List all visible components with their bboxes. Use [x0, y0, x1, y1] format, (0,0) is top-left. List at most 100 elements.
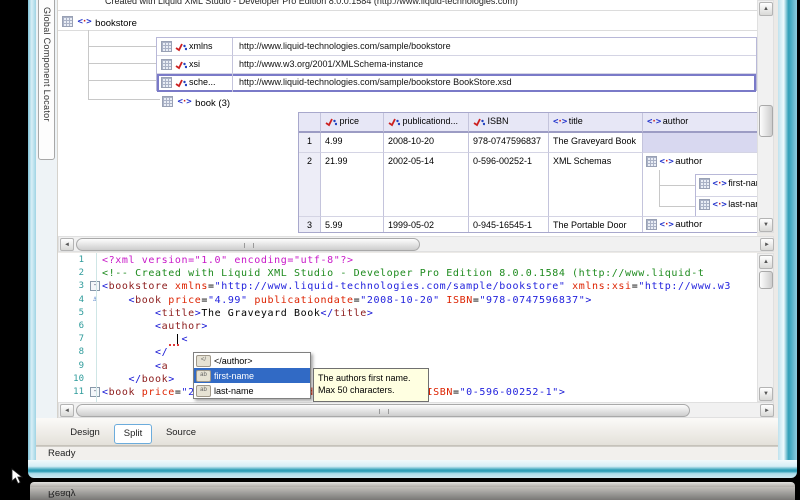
status-bar: Ready: [36, 446, 778, 460]
design-vscrollbar[interactable]: ▲ ▼: [757, 0, 774, 233]
fold-margin: [88, 374, 102, 387]
cell-title[interactable]: The Graveyard Book: [549, 133, 643, 153]
scroll-down-button[interactable]: ▼: [759, 387, 773, 401]
child-element-name: last-name: [728, 199, 757, 209]
cell-author[interactable]: <·> author: [643, 217, 757, 232]
cell-price[interactable]: 21.99: [321, 153, 384, 217]
design-grid-pane[interactable]: Created with Liquid XML Studio - Develop…: [58, 0, 757, 252]
column-header-price[interactable]: price: [321, 113, 384, 133]
cell-price[interactable]: 4.99: [321, 133, 384, 153]
code-line[interactable]: 4 ⚓ <book price="4.99" publicationdate="2…: [58, 295, 757, 308]
attribute-row-xmlns[interactable]: xmlns http://www.liquid-technologies.com…: [157, 38, 756, 56]
scroll-down-button[interactable]: ▼: [759, 218, 773, 232]
xml-comment-row: Created with Liquid XML Studio - Develop…: [105, 0, 518, 6]
autocomplete-item[interactable]: </</author>: [194, 353, 310, 368]
column-header-author[interactable]: <·> author: [643, 113, 757, 133]
scroll-left-button[interactable]: ◄: [60, 238, 74, 251]
scroll-thumb[interactable]: [76, 404, 690, 417]
status-text: Ready: [48, 448, 76, 459]
code-line[interactable]: 8 </: [58, 347, 757, 360]
row-number[interactable]: 1: [299, 133, 321, 153]
attribute-value[interactable]: http://www.liquid-technologies.com/sampl…: [233, 38, 756, 56]
autocomplete-item-label: first-name: [214, 370, 255, 381]
line-number: 11: [73, 386, 84, 397]
code-line[interactable]: 5 <title>The Graveyard Book</title>: [58, 308, 757, 321]
cell-isbn[interactable]: 0-945-16545-1: [469, 217, 549, 232]
tab-design[interactable]: Design: [62, 424, 108, 442]
fold-marker-icon[interactable]: ⚓: [88, 295, 102, 308]
first-name-row[interactable]: <·> first-name Eric: [696, 175, 757, 197]
tab-source[interactable]: Source: [158, 424, 204, 442]
row-number[interactable]: 3: [299, 217, 321, 232]
autocomplete-item[interactable]: ab last-name: [194, 383, 310, 398]
attribute-value[interactable]: http://www.liquid-technologies.com/sampl…: [233, 74, 756, 92]
attribute-row-xsi[interactable]: xsi http://www.w3.org/2001/XMLSchema-ins…: [157, 56, 756, 74]
fold-marker-icon[interactable]: -: [88, 386, 102, 400]
grid-handle-icon[interactable]: [646, 156, 657, 168]
scroll-up-button[interactable]: ▲: [759, 2, 773, 16]
book-data-table: price publicationd... ISBN <·> title <·>…: [298, 112, 757, 233]
grid-handle-icon[interactable]: [161, 59, 172, 71]
row-number[interactable]: 2: [299, 153, 321, 217]
cell-publicationdate[interactable]: 1999-05-02: [384, 217, 469, 232]
grid-handle-icon[interactable]: [699, 178, 710, 190]
autocomplete-item[interactable]: ab first-name: [194, 368, 310, 383]
code-text: <a: [154, 360, 169, 372]
author-node-label[interactable]: author: [675, 219, 702, 230]
grid-handle-icon[interactable]: [646, 219, 657, 231]
cell-publicationdate[interactable]: 2008-10-20: [384, 133, 469, 153]
scroll-thumb[interactable]: [759, 105, 773, 137]
cell-publicationdate[interactable]: 2002-05-14: [384, 153, 469, 217]
code-line[interactable]: 3- <bookstore xmlns="http://www.liquid-te…: [58, 281, 757, 294]
fold-margin: [88, 334, 102, 347]
header-label: title: [568, 116, 583, 126]
bookstore-node-row[interactable]: <·> bookstore: [62, 13, 137, 31]
root-node-label[interactable]: bookstore: [95, 18, 137, 29]
code-text: <book price="4.99" publicationdate="2008…: [128, 294, 592, 306]
sidebar-tab-global-component-locator[interactable]: Global Component Locator: [38, 0, 55, 160]
cell-isbn[interactable]: 978-0747596837: [469, 133, 549, 153]
cell-author-empty[interactable]: [643, 133, 757, 153]
code-line[interactable]: 7 <: [58, 334, 757, 347]
scroll-up-button[interactable]: ▲: [759, 255, 773, 269]
element-icon: ab: [196, 384, 211, 397]
scroll-right-button[interactable]: ►: [760, 404, 774, 417]
cell-price[interactable]: 5.99: [321, 217, 384, 232]
cell-isbn[interactable]: 0-596-00252-1: [469, 153, 549, 217]
design-hscrollbar[interactable]: ◄ ►: [58, 236, 774, 252]
scroll-right-button[interactable]: ►: [760, 238, 774, 251]
grid-handle-icon[interactable]: [162, 96, 173, 108]
code-line[interactable]: 2 <!-- Created with Liquid XML Studio - D…: [58, 268, 757, 281]
last-name-row[interactable]: <·> last-name van der Vlist: [696, 196, 757, 216]
column-header-title[interactable]: <·> title: [549, 113, 643, 133]
grid-handle-icon[interactable]: [161, 41, 172, 53]
author-node-row[interactable]: <·> author: [646, 156, 702, 168]
column-header-publicationdate[interactable]: publicationd...: [384, 113, 469, 133]
code-text: <title>The Graveyard Book</title>: [154, 307, 374, 319]
mouse-cursor: [11, 468, 24, 490]
tab-split[interactable]: Split: [114, 424, 152, 444]
attribute-value[interactable]: http://www.w3.org/2001/XMLSchema-instanc…: [233, 56, 756, 74]
grid-handle-icon[interactable]: [699, 199, 710, 211]
book-node-label[interactable]: book (3): [195, 98, 230, 109]
book-node-row[interactable]: <·> book (3): [162, 93, 230, 111]
column-header-isbn[interactable]: ISBN: [469, 113, 549, 133]
source-vscrollbar[interactable]: ▲ ▼: [757, 253, 774, 402]
source-hscrollbar[interactable]: ◄ ►: [58, 402, 774, 418]
grid-handle-icon[interactable]: [161, 77, 172, 89]
tree-line: [659, 206, 695, 207]
scroll-left-button[interactable]: ◄: [60, 404, 74, 417]
author-node-label[interactable]: author: [675, 156, 702, 167]
attribute-row-schemalocation-selected[interactable]: sche... http://www.liquid-technologies.c…: [157, 74, 756, 92]
line-number: 5: [78, 307, 84, 318]
cell-title[interactable]: The Portable Door: [549, 217, 643, 232]
code-line[interactable]: 6 <author>: [58, 321, 757, 334]
grid-handle-icon[interactable]: [62, 16, 73, 28]
fold-marker-icon[interactable]: -: [88, 281, 102, 294]
cell-title[interactable]: XML Schemas: [549, 153, 643, 217]
attribute-icon: [388, 117, 401, 127]
scroll-thumb[interactable]: [76, 238, 420, 251]
gutter-separator: [96, 253, 97, 402]
code-line[interactable]: 1 <?xml version="1.0" encoding="utf-8"?>: [58, 255, 757, 268]
scroll-thumb[interactable]: [759, 271, 773, 289]
